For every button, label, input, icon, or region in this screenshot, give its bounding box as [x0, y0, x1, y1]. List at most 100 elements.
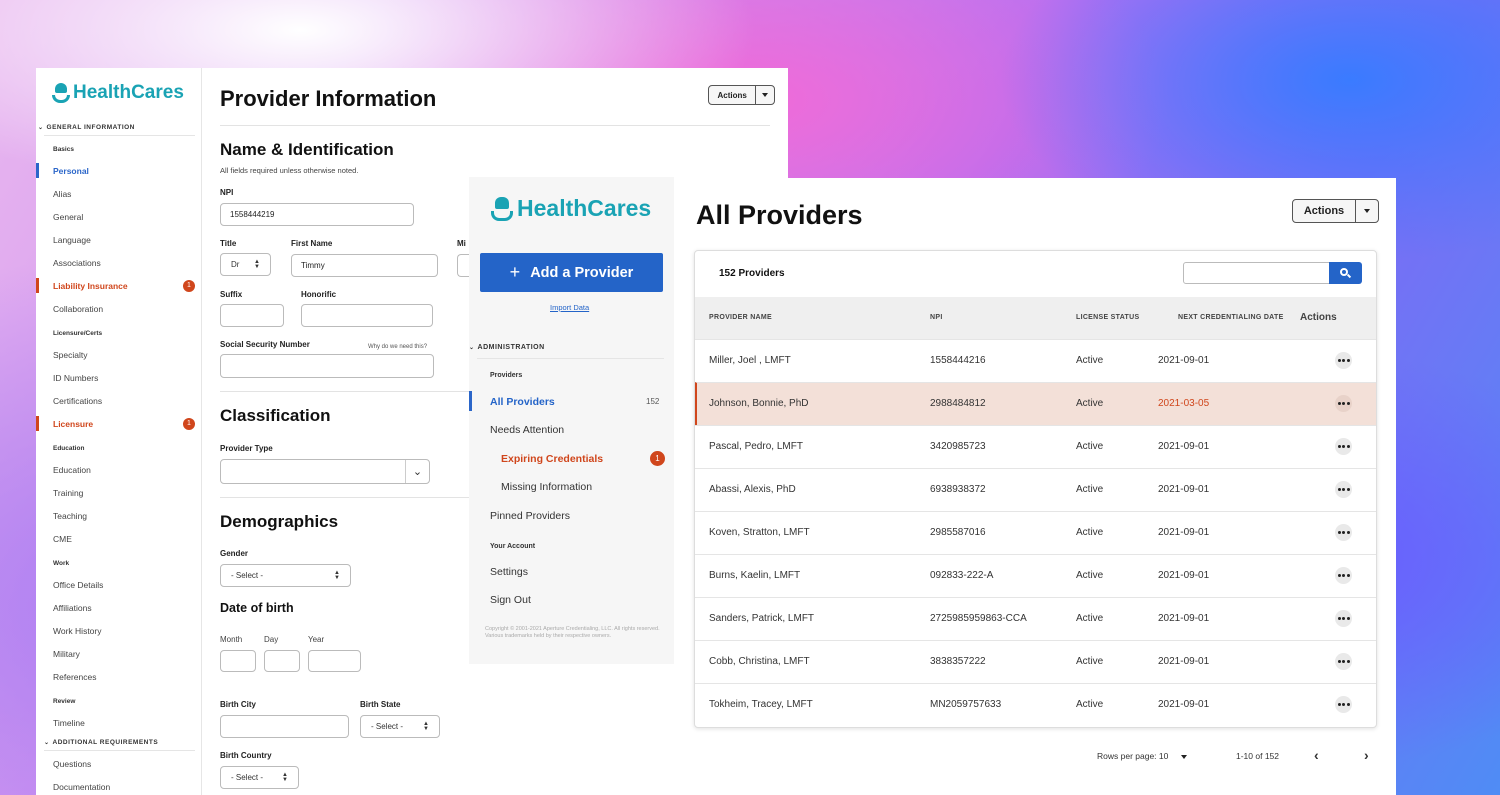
more-options-icon[interactable]	[1335, 653, 1352, 670]
sidebar-item-associations[interactable]: Associations	[53, 258, 101, 268]
sidebar-item-alias[interactable]: Alias	[53, 189, 71, 199]
caret-down-icon[interactable]	[756, 86, 774, 104]
month-input[interactable]	[220, 650, 256, 672]
provider-name[interactable]: Abassi, Alexis, PhD	[709, 484, 796, 495]
sidebar-item-id-numbers[interactable]: ID Numbers	[53, 373, 98, 383]
provider-name[interactable]: Koven, Stratton, LMFT	[709, 527, 810, 538]
sidebar-item-office-details[interactable]: Office Details	[53, 580, 103, 590]
sidebar-item-work-history[interactable]: Work History	[53, 626, 102, 636]
actions-button[interactable]: Actions	[708, 85, 775, 105]
add-provider-button[interactable]: + Add a Provider	[480, 253, 663, 292]
provider-name[interactable]: Pascal, Pedro, LMFT	[709, 441, 803, 452]
provider-name[interactable]: Sanders, Patrick, LMFT	[709, 613, 814, 624]
col-npi[interactable]: NPI	[930, 314, 943, 321]
more-options-icon[interactable]	[1335, 567, 1352, 584]
sidebar-item-settings[interactable]: Settings	[490, 566, 528, 578]
sidebar-item-military[interactable]: Military	[53, 649, 80, 659]
sidebar-item-specialty[interactable]: Specialty	[53, 350, 88, 360]
more-options-icon[interactable]	[1335, 696, 1352, 713]
actions-button[interactable]: Actions	[1292, 199, 1379, 223]
sidebar-item-documentation[interactable]: Documentation	[53, 782, 110, 792]
sidebar-item-references[interactable]: References	[53, 672, 96, 682]
table-row[interactable]: Koven, Stratton, LMFT 2985587016 Active …	[695, 511, 1376, 554]
ssn-input[interactable]	[220, 354, 434, 378]
year-input[interactable]	[308, 650, 361, 672]
col-next-credentialing-date[interactable]: NEXT CREDENTIALING DATE	[1178, 314, 1284, 321]
birth-city-input[interactable]	[220, 715, 349, 738]
provider-name[interactable]: Miller, Joel , LMFT	[709, 355, 791, 366]
credentialing-date: 2021-09-01	[1158, 699, 1210, 710]
table-row[interactable]: Tokheim, Tracey, LMFT MN2059757633 Activ…	[695, 683, 1376, 726]
import-data-link[interactable]: Import Data	[550, 303, 589, 312]
table-row[interactable]: Pascal, Pedro, LMFT 3420985723 Active 20…	[695, 425, 1376, 468]
provider-type-select[interactable]: ⌄	[220, 459, 430, 484]
section-additional-requirements[interactable]: ⌄ ADDITIONAL REQUIREMENTS	[44, 739, 158, 746]
sidebar-item-certifications[interactable]: Certifications	[53, 396, 102, 406]
healthcares-logo[interactable]: HealthCares	[491, 195, 651, 222]
gender-select[interactable]: - Select - ▲ ▼	[220, 564, 351, 587]
more-options-icon[interactable]	[1335, 438, 1352, 455]
rows-per-page-select[interactable]: Rows per page: 10	[1097, 751, 1187, 761]
col-license-status[interactable]: LICENSE STATUS	[1076, 314, 1139, 321]
provider-name[interactable]: Cobb, Christina, LMFT	[709, 656, 810, 667]
sidebar-item-questions[interactable]: Questions	[53, 759, 91, 769]
sidebar-item-timeline[interactable]: Timeline	[53, 718, 85, 728]
table-row[interactable]: Sanders, Patrick, LMFT 2725985959863-CCA…	[695, 597, 1376, 640]
sidebar-item-pinned-providers[interactable]: Pinned Providers	[490, 510, 570, 522]
caret-down-icon[interactable]	[1356, 200, 1378, 222]
table-row[interactable]: Cobb, Christina, LMFT 3838357222 Active …	[695, 640, 1376, 683]
divider	[44, 135, 195, 136]
sidebar-item-teaching[interactable]: Teaching	[53, 511, 87, 521]
table-row[interactable]: Abassi, Alexis, PhD 6938938372 Active 20…	[695, 468, 1376, 511]
sidebar-item-education[interactable]: Education	[53, 465, 91, 475]
credentialing-date: 2021-09-01	[1158, 570, 1210, 581]
more-options-icon[interactable]	[1335, 610, 1352, 627]
birth-state-select[interactable]: - Select - ▲ ▼	[360, 715, 440, 738]
sidebar-item-collaboration[interactable]: Collaboration	[53, 304, 103, 314]
provider-name[interactable]: Johnson, Bonnie, PhD	[709, 398, 809, 409]
sidebar-item-sign-out[interactable]: Sign Out	[490, 594, 531, 606]
sidebar-item-cme[interactable]: CME	[53, 534, 72, 544]
sidebar-item-training[interactable]: Training	[53, 488, 83, 498]
title-select[interactable]: Dr ▲ ▼	[220, 253, 271, 276]
provider-name[interactable]: Burns, Kaelin, LMFT	[709, 570, 800, 581]
section-administration[interactable]: ⌄ ADMINISTRATION	[469, 344, 545, 351]
ssn-help-link[interactable]: Why do we need this?	[368, 344, 427, 350]
provider-name[interactable]: Tokheim, Tracey, LMFT	[709, 699, 813, 710]
sidebar-item-language[interactable]: Language	[53, 235, 91, 245]
npi-input[interactable]: 1558444219	[220, 203, 414, 226]
sidebar-item-missing-information[interactable]: Missing Information	[501, 481, 592, 493]
sidebar-item-personal[interactable]: Personal	[53, 166, 89, 176]
prev-page-icon[interactable]: ‹	[1314, 747, 1319, 763]
day-input[interactable]	[264, 650, 300, 672]
sidebar-item-affiliations[interactable]: Affiliations	[53, 603, 92, 613]
birth-country-select[interactable]: - Select - ▲ ▼	[220, 766, 299, 789]
honorific-input[interactable]	[301, 304, 433, 327]
more-options-icon[interactable]	[1335, 395, 1352, 412]
suffix-input[interactable]	[220, 304, 284, 327]
chevron-down-icon: ⌄	[38, 125, 44, 131]
table-row[interactable]: Johnson, Bonnie, PhD 2988484812 Active 2…	[695, 382, 1376, 425]
first-name-input[interactable]: Timmy	[291, 254, 438, 277]
more-options-icon[interactable]	[1335, 524, 1352, 541]
divider	[220, 125, 770, 126]
provider-npi: 092833-222-A	[930, 570, 994, 581]
section-general-information[interactable]: ⌄ GENERAL INFORMATION	[38, 124, 135, 131]
more-options-icon[interactable]	[1335, 481, 1352, 498]
table-row[interactable]: Miller, Joel , LMFT 1558444216 Active 20…	[695, 339, 1376, 382]
sidebar-item-needs-attention[interactable]: Needs Attention	[490, 424, 564, 436]
sidebar-item-all-providers[interactable]: All Providers	[490, 396, 555, 408]
healthcares-logo[interactable]: HealthCares	[52, 82, 184, 104]
more-options-icon[interactable]	[1335, 352, 1352, 369]
birth-city-label: Birth City	[220, 700, 256, 709]
sidebar-item-general[interactable]: General	[53, 212, 83, 222]
next-page-icon[interactable]: ›	[1364, 747, 1369, 763]
table-row[interactable]: Burns, Kaelin, LMFT 092833-222-A Active …	[695, 554, 1376, 597]
sidebar-item-liability-insurance[interactable]: Liability Insurance	[53, 281, 128, 291]
sidebar-item-licensure[interactable]: Licensure	[53, 419, 93, 429]
col-provider-name[interactable]: PROVIDER NAME	[709, 314, 772, 321]
search-button[interactable]	[1329, 262, 1362, 284]
sidebar-item-expiring-credentials[interactable]: Expiring Credentials	[501, 453, 603, 465]
section-label: ADMINISTRATION	[477, 344, 545, 351]
search-input[interactable]	[1183, 262, 1330, 284]
